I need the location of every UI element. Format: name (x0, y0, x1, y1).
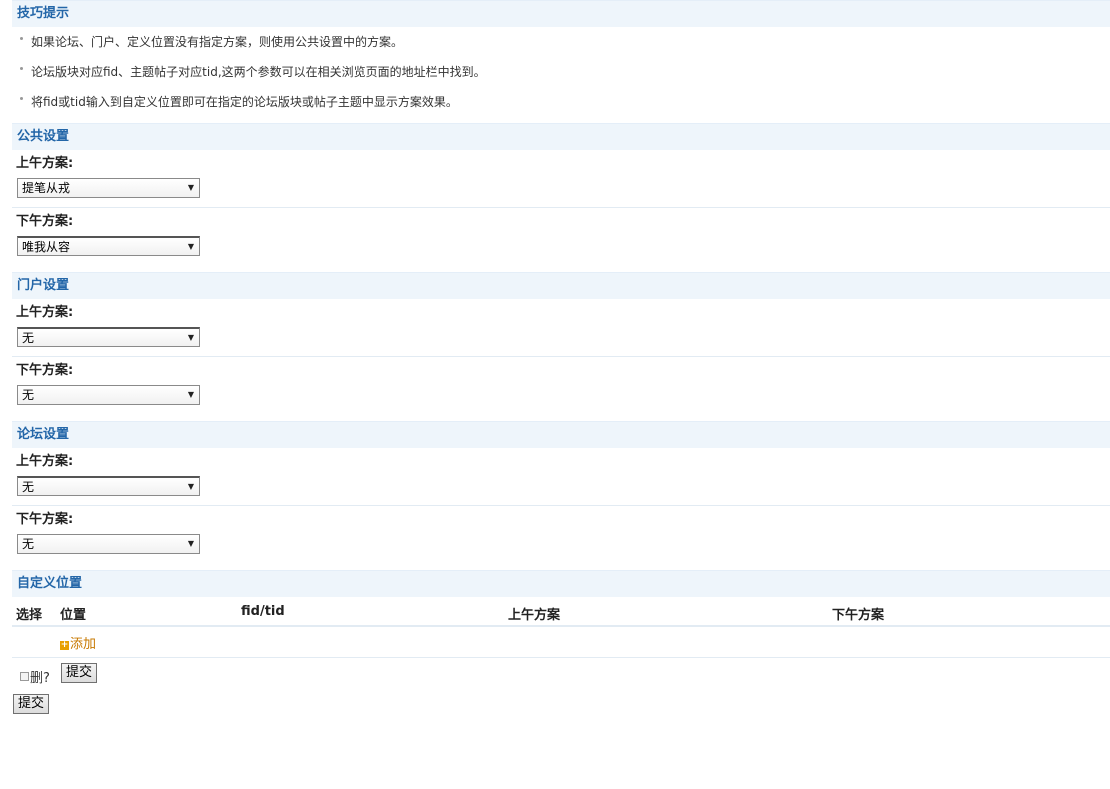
tip-item: 将fid或tid输入到自定义位置即可在指定的论坛版块或帖子主题中显示方案效果。 (12, 87, 1110, 117)
col-select: 选择 (16, 608, 43, 623)
col-am-plan: 上午方案 (508, 608, 561, 623)
forum-pm-label: 下午方案: (16, 512, 74, 527)
forum-am-label: 上午方案: (16, 454, 74, 469)
submit-button[interactable]: 提交 (13, 694, 50, 714)
tips-header: 技巧提示 (12, 0, 1110, 27)
custom-table-header: 选择 位置 fid/tid 上午方案 下午方案 (12, 597, 1110, 627)
custom-actions: 删? 提交 (12, 658, 1110, 690)
portal-pm-label: 下午方案: (16, 363, 74, 378)
tip-text: 论坛版块对应fid、主题帖子对应tid,这两个参数可以在相关浏览页面的地址栏中找… (31, 65, 486, 79)
forum-am-row: 无 ▼ (12, 476, 1110, 506)
form-footer: 提交 (12, 690, 1110, 716)
forum-pm-row: 无 ▼ (12, 534, 1110, 570)
add-link[interactable]: + 添加 (60, 633, 96, 652)
bullet-icon (20, 67, 23, 70)
selected-value: 提笔从戎 (22, 181, 71, 195)
dropdown-arrow-icon: ▼ (187, 390, 194, 399)
dropdown-arrow-icon: ▼ (187, 539, 194, 548)
tip-text: 如果论坛、门户、定义位置没有指定方案，则使用公共设置中的方案。 (31, 35, 404, 49)
public-pm-select[interactable]: 唯我从容 ▼ (17, 236, 200, 256)
delete-label: 删? (30, 671, 50, 686)
col-position: 位置 (60, 608, 87, 623)
delete-checkbox[interactable] (20, 672, 29, 681)
portal-pm-row: 无 ▼ (12, 385, 1110, 421)
selected-value: 唯我从容 (22, 240, 71, 254)
public-pm-label: 下午方案: (16, 214, 74, 229)
portal-am-select[interactable]: 无 ▼ (17, 327, 200, 347)
selected-value: 无 (22, 388, 35, 402)
dropdown-arrow-icon: ▼ (187, 242, 194, 251)
forum-pm-select[interactable]: 无 ▼ (17, 534, 200, 554)
selected-value: 无 (22, 537, 35, 551)
tip-item: 如果论坛、门户、定义位置没有指定方案，则使用公共设置中的方案。 (12, 27, 1110, 57)
forum-settings-header: 论坛设置 (12, 421, 1110, 448)
portal-am-label: 上午方案: (16, 305, 74, 320)
public-pm-row: 唯我从容 ▼ (12, 236, 1110, 272)
col-pm-plan: 下午方案 (832, 608, 885, 623)
selected-value: 无 (22, 331, 35, 345)
bullet-icon (20, 97, 23, 100)
public-am-select[interactable]: 提笔从戎 ▼ (17, 178, 200, 198)
bullet-icon (20, 37, 23, 40)
custom-position-header: 自定义位置 (12, 570, 1110, 597)
forum-am-select[interactable]: 无 ▼ (17, 476, 200, 496)
dropdown-arrow-icon: ▼ (187, 482, 194, 491)
selected-value: 无 (22, 480, 35, 494)
tip-item: 论坛版块对应fid、主题帖子对应tid,这两个参数可以在相关浏览页面的地址栏中找… (12, 57, 1110, 87)
public-am-label: 上午方案: (16, 156, 74, 171)
portal-am-row: 无 ▼ (12, 327, 1110, 357)
add-label: 添加 (70, 637, 97, 652)
add-row: + 添加 (12, 627, 1110, 658)
portal-pm-select[interactable]: 无 ▼ (17, 385, 200, 405)
dropdown-arrow-icon: ▼ (187, 183, 194, 192)
public-am-row: 提笔从戎 ▼ (12, 178, 1110, 208)
tip-text: 将fid或tid输入到自定义位置即可在指定的论坛版块或帖子主题中显示方案效果。 (31, 95, 458, 109)
public-settings-header: 公共设置 (12, 123, 1110, 150)
settings-page: 技巧提示 如果论坛、门户、定义位置没有指定方案，则使用公共设置中的方案。 论坛版… (12, 0, 1110, 716)
plus-icon: + (60, 640, 69, 650)
dropdown-arrow-icon: ▼ (187, 333, 194, 342)
portal-settings-header: 门户设置 (12, 272, 1110, 299)
custom-submit-button[interactable]: 提交 (61, 663, 98, 683)
col-fid-tid: fid/tid (241, 604, 285, 619)
